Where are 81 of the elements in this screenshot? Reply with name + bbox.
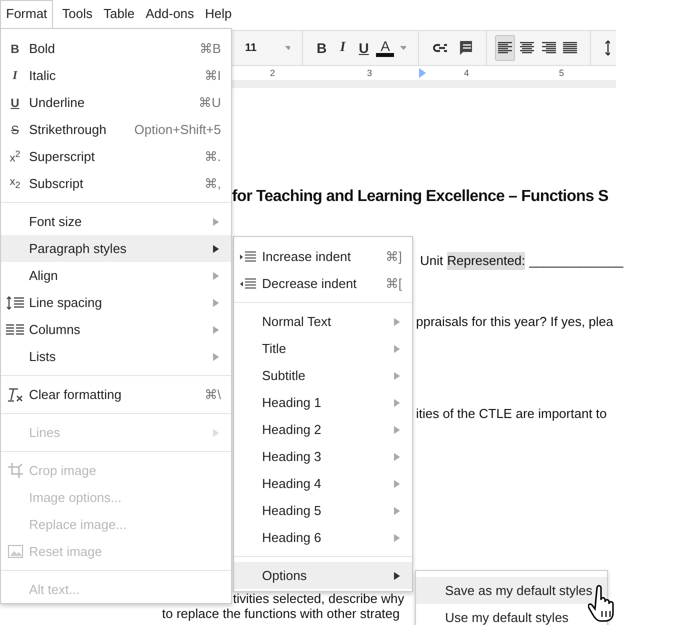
menu-item[interactable]: Paragraph styles (1, 235, 231, 262)
menu-item[interactable]: Columns (1, 316, 231, 343)
format-button[interactable]: I (332, 40, 354, 56)
menu-item[interactable]: S Strikethrough Option+Shift+5 (1, 116, 231, 143)
align-right-icon (542, 42, 556, 54)
menu-item[interactable]: Save as my default styles (416, 577, 607, 604)
highlighted-text: Represented: (447, 252, 526, 270)
ruler-number: 2 (270, 68, 276, 78)
indent-decrease-icon (240, 278, 256, 290)
clear-formatting-icon (7, 388, 23, 402)
fill-in-line: _____________ (529, 252, 624, 270)
field-label: Unit (420, 252, 444, 270)
menu-item[interactable]: Clear formatting ⌘\ (1, 381, 231, 408)
menu-item[interactable]: Align (1, 262, 231, 289)
format-button[interactable]: B (311, 40, 332, 56)
format-glyph: x$^{2}$ (10, 148, 20, 164)
shortcut-text: ⌘. (204, 149, 221, 164)
format-glyph: B (10, 42, 20, 56)
format-button[interactable]: A (376, 39, 394, 57)
caret-icon (400, 46, 406, 50)
format-button[interactable]: U (353, 40, 374, 56)
ruler-number: 3 (367, 68, 372, 78)
menu-bar-item[interactable]: Tools (57, 0, 98, 28)
align-justify-icon (563, 42, 578, 54)
shortcut-text: ⌘\ (204, 387, 221, 402)
menu-item[interactable]: B Bold ⌘B (1, 35, 231, 62)
menu-item[interactable]: x$_{2}$ Subscript ⌘, (1, 170, 231, 197)
caret-icon (284, 46, 290, 50)
shortcut-text: ⌘[ (385, 276, 402, 291)
comment-icon[interactable] (459, 40, 472, 56)
format-glyph: I (12, 68, 18, 83)
menu-item[interactable]: Increase indent ⌘] (234, 243, 412, 270)
menu-item[interactable]: U Underline ⌘U (1, 89, 231, 116)
font-size-dropdown[interactable]: 11 (245, 42, 281, 54)
format-glyph: x$_{2}$ (10, 176, 20, 191)
format-glyph: U (10, 96, 20, 110)
menu-item[interactable]: Heading 1 (234, 389, 412, 416)
align-button[interactable] (495, 35, 515, 61)
document-text: ppraisals for this year? If yes, plea (416, 313, 614, 331)
document-text: to replace the functions with other strateg (162, 606, 400, 621)
shortcut-text: ⌘, (204, 176, 221, 191)
shortcut-text: ⌘U (198, 95, 221, 110)
line-spacing-icon[interactable] (605, 40, 610, 56)
menu-bar-item[interactable]: Table (98, 0, 140, 28)
menu-item[interactable]: Options (234, 562, 412, 589)
document-text: ities of the CTLE are important to (416, 405, 607, 423)
menu-item[interactable]: Font size (1, 208, 231, 235)
menu-item[interactable]: Heading 3 (234, 443, 412, 470)
ruler-number: 5 (559, 68, 564, 78)
image-icon (8, 545, 22, 558)
menu-item[interactable]: I Italic ⌘I (1, 62, 231, 89)
format-glyph: S (10, 122, 19, 136)
align-left-icon (498, 42, 512, 54)
menu-item[interactable]: Heading 6 (234, 524, 412, 551)
menu-item[interactable]: Line spacing (1, 289, 231, 316)
menu-item[interactable]: Heading 5 (234, 497, 412, 524)
ruler-number: 4 (464, 68, 470, 78)
align-center-icon (520, 42, 534, 54)
columns-icon (6, 324, 24, 335)
menu-bar-item[interactable]: Help (200, 0, 237, 28)
menu-bar-item[interactable]: Add-ons (140, 0, 200, 28)
document-heading: for Teaching and Learning Excellence – Functions S (232, 188, 608, 206)
indent-marker-icon[interactable] (419, 68, 426, 78)
menu-item[interactable]: x$^{2}$ Superscript ⌘. (1, 143, 231, 170)
menu-bar-item[interactable]: Format (0, 0, 54, 28)
menu-item[interactable]: Decrease indent ⌘[ (234, 270, 412, 297)
menu-item[interactable]: Lists (1, 343, 231, 370)
shortcut-text: Option+Shift+5 (134, 122, 221, 137)
line-spacing-icon (6, 296, 24, 310)
menu-item[interactable]: Title (234, 335, 412, 362)
crop-icon (8, 463, 22, 478)
document-text: tivities selected, describe why (233, 591, 404, 606)
menu-item[interactable]: Heading 4 (234, 470, 412, 497)
shortcut-text: ⌘B (199, 41, 221, 56)
shortcut-text: ⌘] (385, 249, 402, 264)
indent-increase-icon (240, 250, 256, 262)
menu-item[interactable]: Heading 2 (234, 416, 412, 443)
link-icon[interactable] (432, 43, 448, 53)
shortcut-text: ⌘I (204, 68, 221, 83)
menu-item[interactable]: Normal Text (234, 308, 412, 335)
menu-item[interactable]: Subtitle (234, 362, 412, 389)
